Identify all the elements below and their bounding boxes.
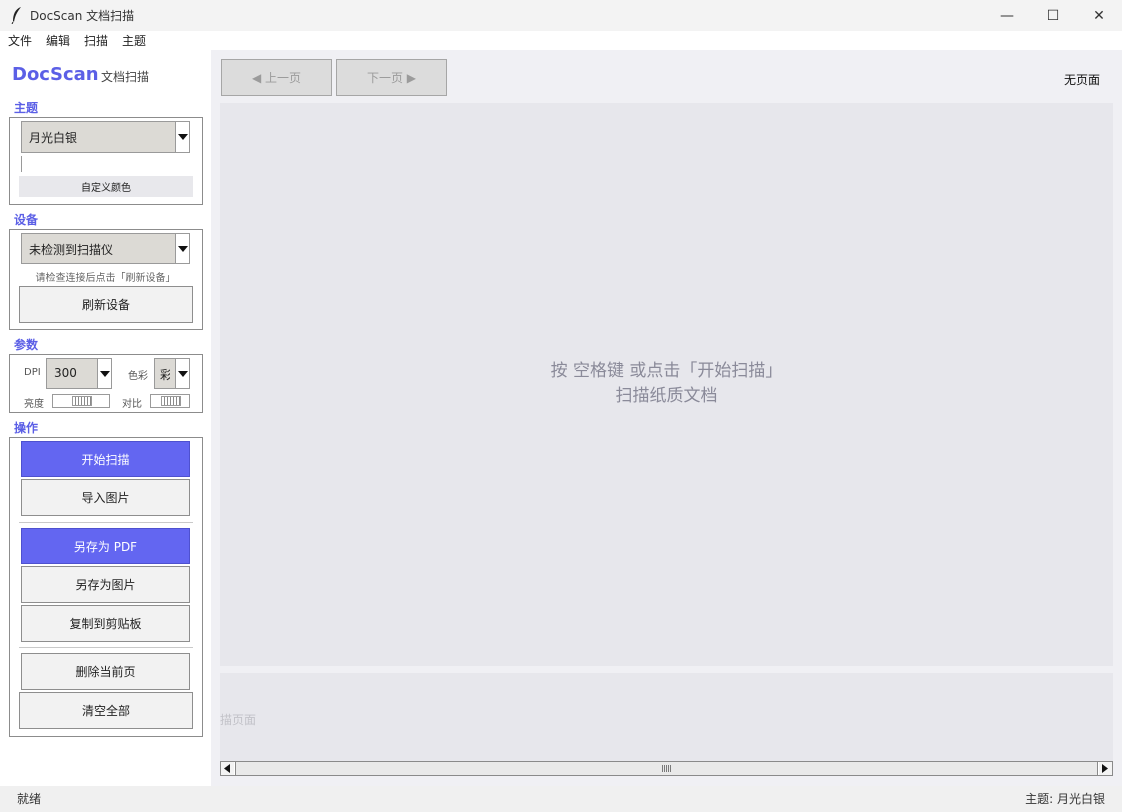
start-scan-button[interactable]: 开始扫描 bbox=[21, 441, 190, 477]
menu-scan[interactable]: 扫描 bbox=[84, 32, 108, 49]
chevron-down-icon bbox=[175, 122, 189, 152]
brand-title: DocScan bbox=[12, 64, 99, 85]
prev-page-button[interactable]: ◀ 上一页 bbox=[221, 59, 332, 96]
brightness-label: 亮度 bbox=[24, 399, 44, 410]
empty-hint-line1: 按 空格键 或点击「开始扫描」 bbox=[550, 361, 783, 381]
maximize-icon: ☐ bbox=[1046, 7, 1060, 24]
brand-subtitle: 文档扫描 bbox=[101, 70, 150, 84]
menu-file[interactable]: 文件 bbox=[8, 32, 32, 49]
arrow-left-icon bbox=[224, 764, 230, 773]
title-bar bbox=[0, 0, 1122, 31]
chevron-down-icon bbox=[175, 359, 189, 388]
minimize-icon: — bbox=[1000, 7, 1014, 24]
save-pdf-button[interactable]: 另存为 PDF bbox=[21, 528, 190, 564]
refresh-devices-button[interactable]: 刷新设备 bbox=[19, 286, 193, 323]
page-indicator: 无页面 bbox=[1064, 73, 1101, 87]
menu-bar bbox=[0, 31, 1122, 50]
import-image-button[interactable]: 导入图片 bbox=[21, 479, 190, 516]
device-select-value: 未检测到扫描仪 bbox=[29, 243, 114, 257]
contrast-slider[interactable] bbox=[150, 394, 190, 408]
next-page-button[interactable]: 下一页 ▶ bbox=[336, 59, 447, 96]
color-swatch-divider bbox=[21, 156, 22, 172]
actions-heading: 操作 bbox=[14, 421, 39, 435]
grip-icon bbox=[662, 765, 671, 772]
scroll-right-button[interactable] bbox=[1099, 762, 1112, 775]
scroll-left-button[interactable] bbox=[221, 762, 234, 775]
maximize-button[interactable]: ☐ bbox=[1030, 0, 1076, 31]
contrast-label: 对比 bbox=[122, 399, 142, 410]
window-title: DocScan 文档扫描 bbox=[30, 9, 135, 23]
save-image-button[interactable]: 另存为图片 bbox=[21, 566, 190, 603]
close-button[interactable]: ✕ bbox=[1076, 0, 1122, 31]
chevron-down-icon bbox=[97, 359, 111, 388]
feather-icon bbox=[11, 7, 21, 24]
dpi-label: DPI bbox=[24, 367, 41, 378]
copy-clipboard-button[interactable]: 复制到剪贴板 bbox=[21, 605, 190, 642]
menu-theme[interactable]: 主题 bbox=[122, 32, 146, 49]
status-theme: 主题: 月光白银 bbox=[1025, 792, 1105, 806]
brightness-slider[interactable] bbox=[52, 394, 110, 408]
thumbnail-strip[interactable] bbox=[220, 673, 1113, 761]
theme-select-value: 月光白银 bbox=[29, 131, 78, 145]
custom-color-button[interactable]: 自定义颜色 bbox=[19, 176, 193, 197]
params-heading: 参数 bbox=[14, 338, 39, 352]
brightness-slider-thumb[interactable] bbox=[72, 396, 92, 406]
device-heading: 设备 bbox=[14, 213, 39, 227]
minimize-button[interactable]: — bbox=[984, 0, 1030, 31]
theme-heading: 主题 bbox=[14, 101, 39, 115]
device-hint: 请检查连接后点击「刷新设备」 bbox=[35, 273, 176, 284]
theme-select[interactable]: 月光白银 bbox=[21, 121, 190, 153]
clear-all-button[interactable]: 清空全部 bbox=[19, 692, 193, 729]
close-icon: ✕ bbox=[1093, 7, 1105, 24]
empty-hint-line2: 扫描纸质文档 bbox=[615, 386, 718, 406]
arrow-right-icon bbox=[1102, 764, 1108, 773]
thumbnail-placeholder: 描页面 bbox=[220, 713, 257, 727]
status-text: 就绪 bbox=[17, 792, 42, 806]
actions-divider bbox=[19, 522, 193, 523]
device-select[interactable]: 未检测到扫描仪 bbox=[21, 233, 190, 264]
contrast-slider-thumb[interactable] bbox=[161, 396, 181, 406]
chevron-down-icon bbox=[175, 234, 189, 263]
color-mode-label: 色彩 bbox=[128, 371, 148, 382]
empty-hint: 按 空格键 或点击「开始扫描」 扫描纸质文档 bbox=[220, 359, 1113, 409]
thumbnail-scrollbar[interactable] bbox=[220, 761, 1113, 776]
dpi-select[interactable]: 300 bbox=[46, 358, 112, 389]
color-mode-select[interactable]: 彩 bbox=[154, 358, 190, 389]
delete-page-button[interactable]: 删除当前页 bbox=[21, 653, 190, 690]
actions-divider bbox=[19, 647, 193, 648]
dpi-select-value: 300 bbox=[54, 366, 77, 380]
color-mode-value: 彩 bbox=[160, 366, 170, 383]
scroll-thumb[interactable] bbox=[235, 762, 1098, 775]
menu-edit[interactable]: 编辑 bbox=[46, 32, 70, 49]
status-bar bbox=[0, 786, 1122, 812]
